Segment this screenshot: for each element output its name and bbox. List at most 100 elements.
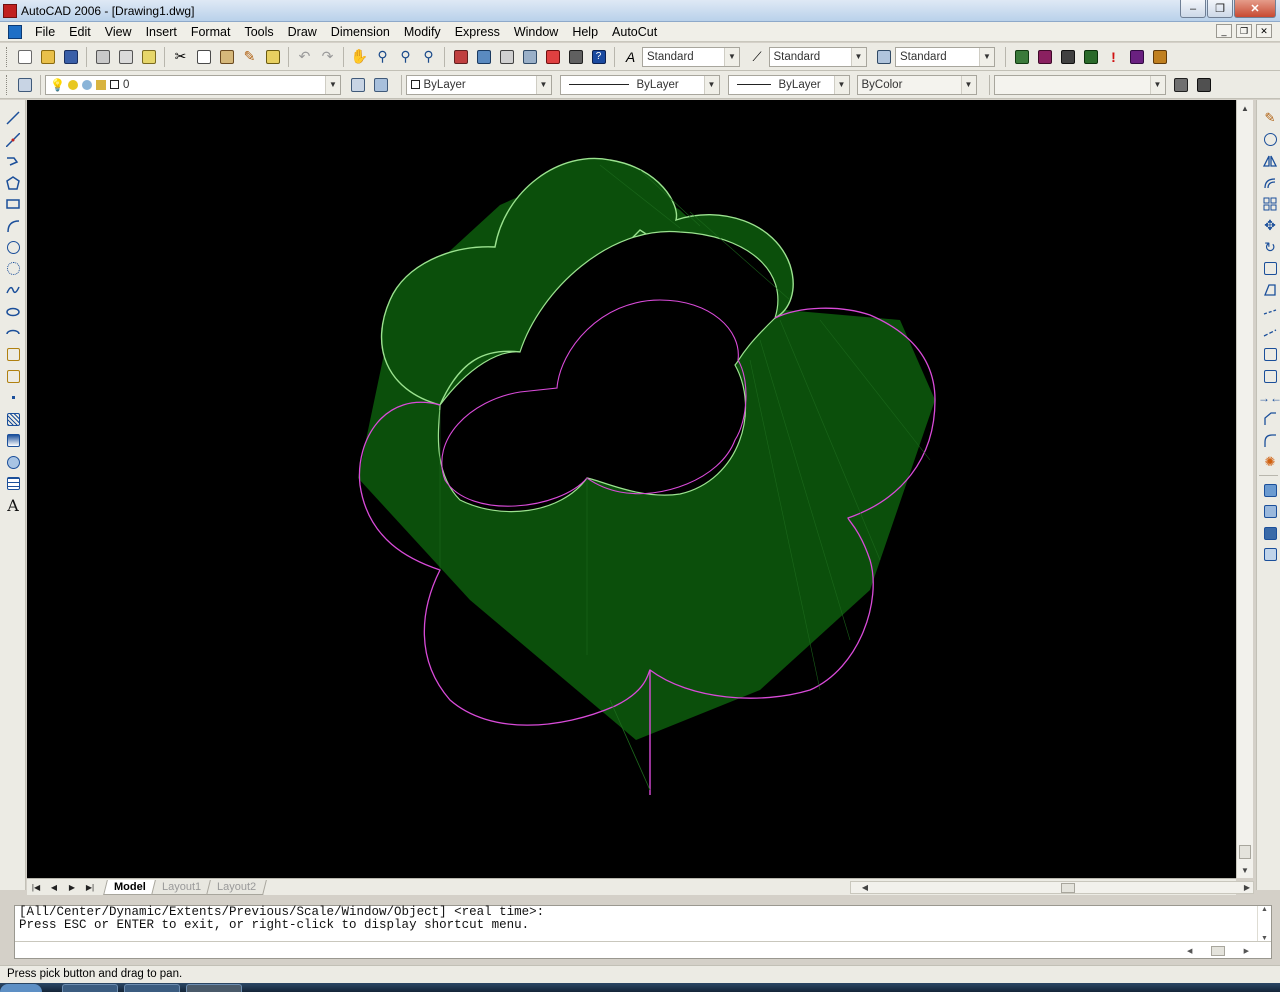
- autocut-tool3-icon[interactable]: [1057, 46, 1079, 68]
- layer-manager-icon[interactable]: [14, 74, 36, 96]
- arc-icon[interactable]: [2, 216, 24, 236]
- insert-block-icon[interactable]: [2, 345, 24, 365]
- rotate-icon[interactable]: ↻: [1259, 237, 1280, 257]
- close-button[interactable]: ✕: [1234, 0, 1276, 18]
- start-button[interactable]: [0, 984, 42, 992]
- design-center-icon[interactable]: [473, 46, 495, 68]
- menu-express[interactable]: Express: [448, 23, 507, 41]
- make-block-icon[interactable]: [2, 366, 24, 386]
- publish-icon[interactable]: [138, 46, 160, 68]
- revision-cloud-icon[interactable]: [2, 259, 24, 279]
- first-tab-icon[interactable]: |◀: [27, 880, 45, 894]
- save-icon[interactable]: [60, 46, 82, 68]
- autocut-alert-icon[interactable]: !: [1103, 46, 1125, 68]
- draworder-above-icon[interactable]: [1259, 523, 1280, 543]
- hscroll-thumb[interactable]: [1061, 883, 1075, 893]
- pan-realtime-icon[interactable]: ✋: [349, 46, 371, 68]
- command-scrollbar[interactable]: ▲ ▼: [1257, 906, 1271, 942]
- draworder-back-icon[interactable]: [1259, 502, 1280, 522]
- properties-icon[interactable]: [450, 46, 472, 68]
- layer-previous-icon[interactable]: [370, 74, 392, 96]
- help-icon[interactable]: ?: [588, 46, 610, 68]
- zoom-realtime-icon[interactable]: ⚲: [372, 46, 394, 68]
- menu-dimension[interactable]: Dimension: [324, 23, 397, 41]
- erase-icon[interactable]: ✎: [1259, 108, 1280, 128]
- table-style-icon[interactable]: [873, 46, 895, 68]
- sheet-set-icon[interactable]: [519, 46, 541, 68]
- document-icon[interactable]: [8, 24, 22, 39]
- menu-edit[interactable]: Edit: [62, 23, 98, 41]
- zoom-previous-icon[interactable]: ⚲: [418, 46, 440, 68]
- menu-format[interactable]: Format: [184, 23, 238, 41]
- scroll-right-icon[interactable]: ▶: [1241, 882, 1253, 893]
- mirror-icon[interactable]: [1259, 151, 1280, 171]
- offset-icon[interactable]: [1259, 173, 1280, 193]
- match-properties-icon[interactable]: ✎: [239, 46, 261, 68]
- copy-icon[interactable]: [1259, 130, 1280, 150]
- menu-modify[interactable]: Modify: [397, 23, 448, 41]
- menu-autocut[interactable]: AutoCut: [605, 23, 664, 41]
- undo-icon[interactable]: ↶: [294, 46, 316, 68]
- doc-close-button[interactable]: ✕: [1256, 24, 1272, 38]
- block-editor-icon[interactable]: [262, 46, 284, 68]
- tab-layout2[interactable]: Layout2: [206, 879, 267, 895]
- explode-icon[interactable]: ✺: [1259, 452, 1280, 472]
- lineweight-select[interactable]: ByLayer ▼: [727, 74, 850, 95]
- command-input[interactable]: [15, 941, 1271, 958]
- taskbar-button-1[interactable]: [62, 984, 118, 992]
- tab-model[interactable]: Model: [103, 879, 157, 895]
- command-window[interactable]: [All/Center/Dynamic/Extents/Previous/Sca…: [14, 905, 1272, 959]
- break-icon[interactable]: [1259, 366, 1280, 386]
- tab-layout1[interactable]: Layout1: [150, 879, 212, 895]
- autocut-tool4-icon[interactable]: [1080, 46, 1102, 68]
- menu-draw[interactable]: Draw: [281, 23, 324, 41]
- plot-icon[interactable]: [92, 46, 114, 68]
- array-icon[interactable]: [1259, 194, 1280, 214]
- polygon-icon[interactable]: [2, 173, 24, 193]
- move-icon[interactable]: ✥: [1259, 216, 1280, 236]
- command-hscrollbar[interactable]: ◀ ▶: [1187, 944, 1249, 957]
- last-tab-icon[interactable]: ▶|: [81, 880, 99, 894]
- table-style-select[interactable]: Standard ▼: [895, 46, 995, 67]
- new-icon[interactable]: [14, 46, 36, 68]
- autocut-tool5-icon[interactable]: [1126, 46, 1148, 68]
- construction-line-icon[interactable]: [2, 130, 24, 150]
- chamfer-icon[interactable]: [1259, 409, 1280, 429]
- layer-select[interactable]: 💡 0 ▼: [45, 74, 341, 95]
- break-at-point-icon[interactable]: [1259, 345, 1280, 365]
- autocut-extra-icon[interactable]: [1193, 74, 1215, 96]
- spline-icon[interactable]: [2, 280, 24, 300]
- next-tab-icon[interactable]: ▶: [63, 880, 81, 894]
- line-icon[interactable]: [2, 108, 24, 128]
- prev-tab-icon[interactable]: ◀: [45, 880, 63, 894]
- plot-preview-icon[interactable]: [115, 46, 137, 68]
- menu-file[interactable]: File: [28, 23, 62, 41]
- drawing-canvas[interactable]: [27, 100, 1236, 878]
- multiline-text-icon[interactable]: A: [2, 495, 24, 515]
- join-icon[interactable]: →←: [1258, 388, 1280, 408]
- color-select[interactable]: ByLayer ▼: [405, 74, 552, 95]
- minimize-button[interactable]: –: [1180, 0, 1206, 18]
- doc-restore-button[interactable]: ❐: [1236, 24, 1252, 38]
- trim-icon[interactable]: [1259, 302, 1280, 322]
- draworder-front-icon[interactable]: [1259, 480, 1280, 500]
- vertical-scrollbar[interactable]: ▲ ▼: [1236, 100, 1253, 878]
- autocut-tool6-icon[interactable]: [1149, 46, 1171, 68]
- cut-icon[interactable]: ✂: [170, 46, 192, 68]
- open-icon[interactable]: [37, 46, 59, 68]
- menu-view[interactable]: View: [98, 23, 139, 41]
- autocut-select[interactable]: ▼: [993, 74, 1166, 95]
- region-icon[interactable]: [2, 452, 24, 472]
- copy-clip-icon[interactable]: [193, 46, 215, 68]
- doc-minimize-button[interactable]: _: [1216, 24, 1232, 38]
- point-icon[interactable]: [2, 388, 24, 408]
- ellipse-arc-icon[interactable]: [2, 323, 24, 343]
- draworder-below-icon[interactable]: [1259, 545, 1280, 565]
- markup-icon[interactable]: [542, 46, 564, 68]
- rectangle-icon[interactable]: [2, 194, 24, 214]
- maximize-button[interactable]: ❐: [1207, 0, 1233, 18]
- autocut-settings-icon[interactable]: [1170, 74, 1192, 96]
- plot-style-select[interactable]: ByColor ▼: [856, 74, 977, 95]
- dim-style-icon[interactable]: ⟋: [746, 46, 768, 68]
- linetype-select[interactable]: ByLayer ▼: [559, 74, 720, 95]
